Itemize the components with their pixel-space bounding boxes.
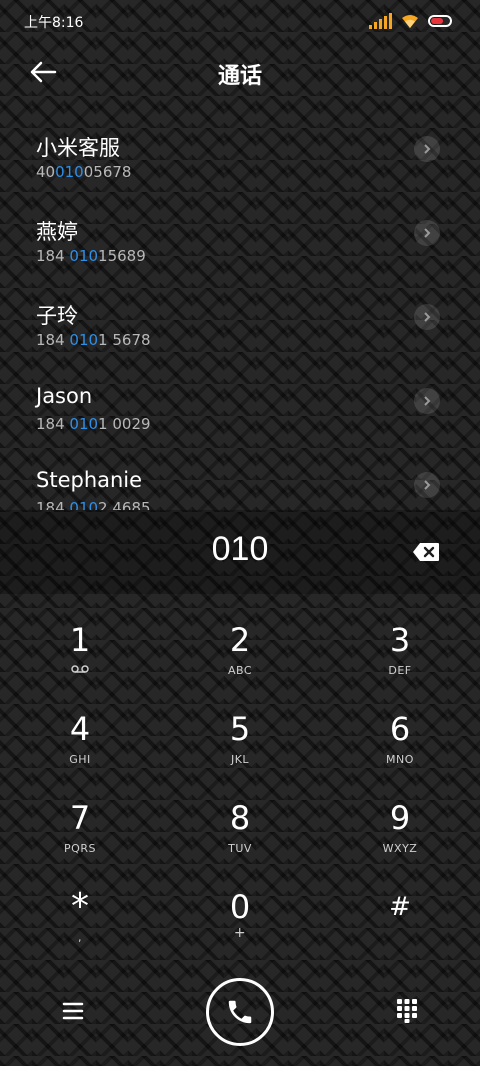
chevron-right-icon — [424, 228, 431, 238]
contact-number: 184 0101 0029 — [36, 415, 151, 433]
key-digit: 8 — [229, 799, 251, 837]
key-digit: * — [71, 886, 89, 927]
header: 通话 — [0, 44, 480, 100]
dial-display: 010 — [0, 510, 480, 594]
key-digit: 0 — [229, 888, 251, 926]
contact-item[interactable]: 子玲 184 0101 5678 — [0, 274, 480, 358]
key-5[interactable]: 5 JKL — [160, 687, 320, 776]
contact-name: 子玲 — [36, 304, 78, 328]
page-title: 通话 — [217, 64, 262, 89]
contact-name: 小米客服 — [36, 136, 120, 160]
key-hash[interactable]: # — [320, 865, 480, 954]
dialpad-toggle-button[interactable] — [396, 998, 418, 1024]
key-3[interactable]: 3 DEF — [320, 598, 480, 687]
key-6[interactable]: 6 MNO — [320, 687, 480, 776]
contact-item[interactable]: 燕婷 184 01015689 — [0, 190, 480, 274]
key-7[interactable]: 7 PQRS — [0, 776, 160, 865]
key-digit: 3 — [389, 621, 411, 659]
key-digit: 4 — [69, 710, 91, 748]
chevron-right-icon — [424, 480, 431, 490]
chevron-right-icon — [424, 144, 431, 154]
key-8[interactable]: 8 TUV — [160, 776, 320, 865]
chevron-right-icon — [424, 396, 431, 406]
phone-icon — [228, 1000, 252, 1024]
key-4[interactable]: 4 GHI — [0, 687, 160, 776]
key-star[interactable]: * , — [0, 865, 160, 954]
number-match: 010 — [55, 163, 84, 181]
contact-detail-button[interactable] — [414, 136, 440, 162]
status-bar: 上午8:16 — [0, 0, 480, 44]
status-time: 上午8:16 — [24, 15, 84, 31]
key-letters: JKL — [230, 753, 250, 766]
backspace-icon — [413, 543, 439, 561]
key-digit: # — [389, 892, 411, 922]
contact-number: 4001005678 — [36, 163, 132, 181]
key-letters: , — [78, 931, 82, 944]
call-button[interactable] — [206, 978, 274, 1046]
contact-number: 184 0102 4685 — [36, 499, 151, 510]
key-letters: DEF — [388, 664, 412, 677]
contact-item[interactable]: Stephanie 184 0102 4685 — [0, 442, 480, 510]
key-digit: 5 — [229, 710, 251, 748]
contact-detail-button[interactable] — [414, 472, 440, 498]
contact-name: Stephanie — [36, 468, 143, 492]
contact-item[interactable]: Jason 184 0101 0029 — [0, 358, 480, 442]
contact-name: 燕婷 — [36, 220, 78, 244]
number-match: 010 — [69, 415, 99, 433]
contact-detail-button[interactable] — [414, 304, 440, 330]
key-letters: GHI — [69, 753, 91, 766]
number-match: 010 — [69, 247, 99, 265]
dialed-number: 010 — [211, 530, 269, 568]
menu-icon — [62, 1002, 84, 1020]
contact-number: 184 01015689 — [36, 247, 146, 265]
battery-icon — [428, 15, 452, 27]
bottom-bar — [0, 970, 480, 1056]
key-letters: TUV — [228, 842, 252, 855]
key-letters: + — [233, 925, 247, 941]
number-match: 010 — [69, 331, 99, 349]
contact-item[interactable]: 小米客服 4001005678 — [0, 106, 480, 190]
menu-button[interactable] — [62, 1000, 84, 1022]
key-digit: 6 — [389, 710, 411, 748]
contact-detail-button[interactable] — [414, 220, 440, 246]
key-9[interactable]: 9 WXYZ — [320, 776, 480, 865]
voicemail-icon — [71, 665, 89, 673]
keypad: 1 2 ABC 3 DEF 4 GHI 5 JKL 6 MNO 7 PQRS 8… — [0, 598, 480, 954]
number-match: 010 — [69, 499, 99, 510]
key-letters: PQRS — [64, 842, 96, 855]
key-digit: 7 — [69, 799, 91, 837]
key-letters: MNO — [386, 753, 414, 766]
chevron-right-icon — [424, 312, 431, 322]
status-icons — [369, 13, 452, 29]
key-0[interactable]: 0 + — [160, 865, 320, 954]
key-1[interactable]: 1 — [0, 598, 160, 687]
key-2[interactable]: 2 ABC — [160, 598, 320, 687]
dialpad-icon — [397, 999, 417, 1023]
signal-icon — [369, 13, 392, 29]
backspace-button[interactable] — [412, 542, 440, 562]
contact-name: Jason — [36, 384, 93, 408]
contact-number: 184 0101 5678 — [36, 331, 151, 349]
key-letters: WXYZ — [382, 842, 418, 855]
key-digit: 9 — [389, 799, 411, 837]
contact-list: 小米客服 4001005678 燕婷 184 01015689 子玲 184 0… — [0, 106, 480, 510]
key-digit: 1 — [69, 621, 91, 659]
key-letters: ABC — [227, 664, 253, 677]
contact-detail-button[interactable] — [414, 388, 440, 414]
wifi-icon — [400, 13, 420, 29]
key-digit: 2 — [229, 621, 251, 659]
